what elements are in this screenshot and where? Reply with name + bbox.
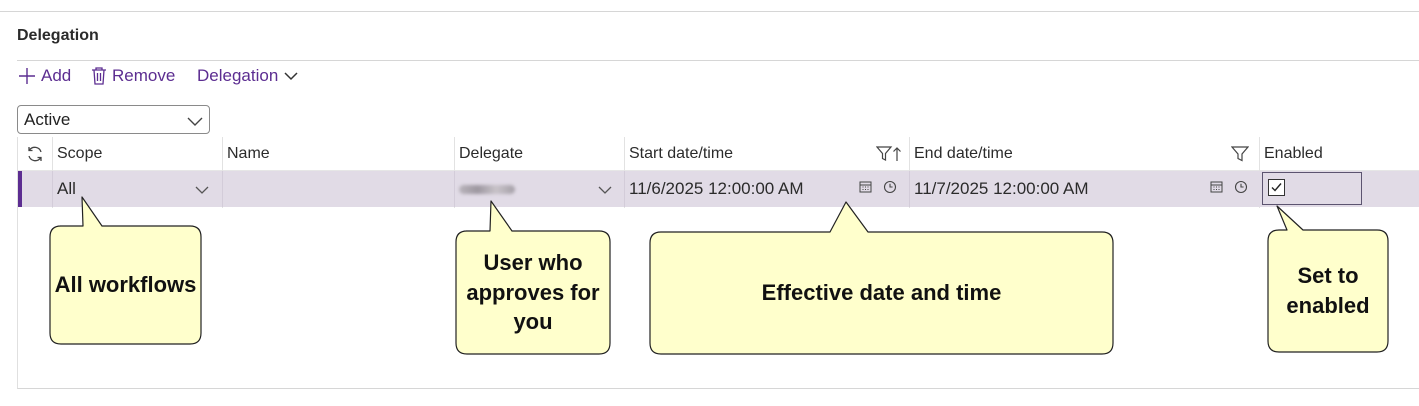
callout-delegate: User who approves for you: [466, 249, 600, 335]
callout-scope: All workflows: [54, 272, 197, 298]
callout-dates: Effective date and time: [761, 280, 1002, 306]
callout-enabled: Set to enabled: [1286, 263, 1370, 318]
